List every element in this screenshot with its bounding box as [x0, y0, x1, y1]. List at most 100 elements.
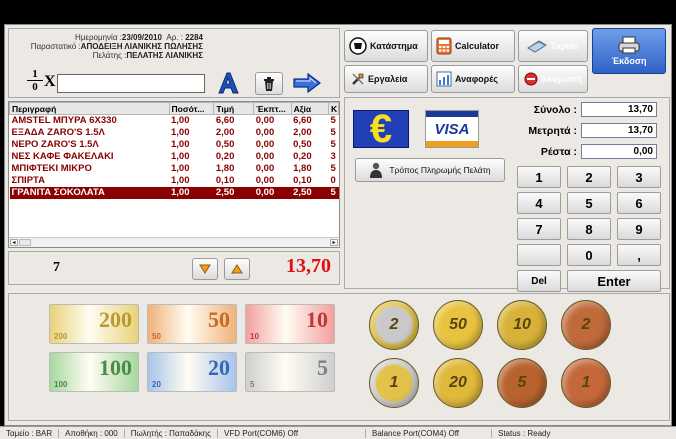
euro-icon: €	[369, 107, 393, 151]
customer-payment-method-button[interactable]: Τρόπος Πληρωμής Πελάτη	[355, 158, 505, 182]
keypad-key[interactable]: 0	[567, 244, 611, 266]
horizontal-scrollbar[interactable]: ◂ ▸	[9, 237, 339, 247]
column-header-description[interactable]: Περιγραφή	[9, 102, 170, 115]
banknote-button[interactable]: 10 10	[245, 304, 335, 344]
scroll-thumb[interactable]	[19, 239, 31, 246]
cell-discount: 0,00	[255, 175, 275, 186]
table-row[interactable]: AMSTEL ΜΠΥΡΑ 6Χ330 1,00 6,60 0,00 6,60 5	[10, 115, 339, 127]
total-label: Σύνολο :	[533, 104, 577, 116]
delete-key[interactable]: Del	[517, 270, 561, 292]
enter-key[interactable]: Enter	[567, 270, 661, 292]
status-seller: Πωλητής : Παπαδάκης	[125, 428, 218, 438]
cell-description: ΓΡΑΝΙΤΑ ΣΟΚΟΛΑΤΑ	[9, 186, 169, 199]
forward-arrow-button[interactable]	[291, 71, 323, 95]
tools-button[interactable]: Εργαλεία	[344, 65, 428, 93]
banknote-button[interactable]: 100 100	[49, 352, 139, 392]
multiply-symbol: X	[44, 73, 56, 90]
keypad-key[interactable]: 1	[517, 166, 561, 188]
cell-vat: 5	[330, 163, 336, 174]
keypad-key[interactable]: ,	[617, 244, 661, 266]
cell-price: 2,50	[213, 186, 254, 199]
cell-quantity: 1,00	[171, 139, 190, 150]
calculator-button[interactable]: Calculator	[431, 30, 515, 62]
document-header-panel: Ημερομηνία :23/09/2010 Αρ. : 2284 Παραστ…	[8, 28, 340, 98]
coin-button[interactable]: 2	[561, 300, 611, 350]
banknote-button[interactable]: 50 50	[147, 304, 237, 344]
column-header-price[interactable]: Τιμή	[213, 102, 255, 115]
keypad-key[interactable]: 2	[567, 166, 611, 188]
search-item-button[interactable]	[213, 71, 243, 95]
table-row[interactable]: ΕΞΑΔΑ ZARO'S 1.5Λ 1,00 2,00 0,00 2,00 5	[10, 127, 339, 139]
cell-vat: 5	[328, 186, 339, 199]
keypad-key[interactable]: 4	[517, 192, 561, 214]
scroll-left-icon[interactable]: ◂	[10, 239, 18, 246]
coin-button[interactable]: 20	[433, 358, 483, 408]
keypad-key[interactable]: 8	[567, 218, 611, 240]
move-up-button[interactable]	[224, 258, 250, 280]
arrow-down-icon	[199, 264, 211, 274]
coin-button[interactable]: 10	[497, 300, 547, 350]
status-warehouse: Αποθήκη : 000	[59, 428, 125, 438]
items-table-body: AMSTEL ΜΠΥΡΑ 6Χ330 1,00 6,60 0,00 6,60 5 ΕΞΑΔΑ…	[9, 115, 339, 199]
column-header-discount[interactable]: Έκπτ...	[253, 102, 292, 115]
visa-card-button[interactable]: VISA	[425, 110, 479, 148]
table-row[interactable]: ΝΕΣ ΚΑΦΕ ΦΑΚΕΛΑΚΙ 1,00 0,20 0,00 0,20 3	[10, 151, 339, 163]
banknote-button[interactable]: 200 200	[49, 304, 139, 344]
coin-button[interactable]: 5	[497, 358, 547, 408]
column-header-quantity[interactable]: Ποσότ...	[168, 102, 215, 115]
coins-area: 2 50 10 2 1 20 5 1	[349, 294, 669, 422]
cash-field[interactable]: 13,70	[581, 123, 657, 138]
table-header-row: Περιγραφή Ποσότ... Τιμή Έκπτ... Αξία Κ	[9, 102, 339, 115]
cell-price: 2,00	[215, 127, 235, 138]
cell-quantity: 1,00	[171, 127, 190, 138]
cashbox-button[interactable]: Ταμείο	[518, 30, 588, 62]
reports-button[interactable]: Αναφορές	[431, 65, 515, 93]
cell-description: ΕΞΑΔΑ ZARO'S 1.5Λ	[11, 127, 105, 138]
cancel-button[interactable]: Ακύρωση	[518, 65, 588, 93]
coin-button[interactable]: 1	[369, 358, 419, 408]
banknote-button[interactable]: 20 20	[147, 352, 237, 392]
store-button[interactable]: Κατάστημα	[344, 30, 428, 62]
move-down-button[interactable]	[192, 258, 218, 280]
issue-button[interactable]: Έκδοση	[592, 28, 666, 74]
coin-button[interactable]: 1	[561, 358, 611, 408]
document-number: 2284	[185, 33, 203, 42]
keypad-key[interactable]: 6	[617, 192, 661, 214]
cell-discount: 0,00	[255, 127, 275, 138]
printer-icon	[618, 36, 640, 54]
title-bar	[0, 0, 676, 24]
keypad-key[interactable]: 5	[567, 192, 611, 214]
customer-name: ΠΕΛΑΤΗΣ ΛΙΑΝΙΚΗΣ	[126, 51, 203, 60]
table-row[interactable]: ΓΡΑΝΙΤΑ ΣΟΚΟΛΑΤΑ 1,00 2,50 0,00 2,50 5	[9, 186, 339, 199]
keypad-key[interactable]: 7	[517, 218, 561, 240]
column-header-vat[interactable]: Κ	[327, 102, 339, 115]
banknote-value: 100	[99, 355, 132, 380]
cell-description: AMSTEL ΜΠΥΡΑ 6Χ330	[11, 115, 117, 127]
table-row[interactable]: ΜΠΙΦΤΕΚΙ ΜΙΚΡΟ 1,00 1,80 0,00 1,80 5	[10, 163, 339, 175]
cell-discount: 0,00	[255, 115, 275, 127]
banknote-value-small: 100	[54, 380, 68, 389]
scroll-right-icon[interactable]: ▸	[330, 239, 338, 246]
coin-value: 20	[449, 374, 467, 391]
cell-description: ΝΕΡΟ ZARO'S 1.5Λ	[11, 139, 99, 150]
barcode-input[interactable]	[57, 74, 205, 93]
cell-discount: 0,00	[255, 163, 275, 174]
banknote-button[interactable]: 55	[245, 352, 335, 392]
column-header-value[interactable]: Αξία	[290, 102, 329, 115]
cell-price: 1,80	[215, 163, 235, 174]
arrow-right-icon	[293, 72, 321, 94]
delete-item-button[interactable]	[255, 72, 283, 95]
cell-vat: 5	[330, 115, 336, 127]
items-table-panel: Περιγραφή Ποσότ... Τιμή Έκπτ... Αξία Κ A…	[8, 101, 340, 248]
euro-cash-button[interactable]: €	[353, 107, 409, 151]
coin-button[interactable]: 2	[369, 300, 419, 350]
report-chart-icon	[436, 71, 452, 87]
cell-quantity: 1,00	[171, 151, 190, 162]
change-label: Ρέστα :	[540, 146, 577, 158]
numeric-keypad: 1 2 3 4 5 6 7 8 9 0, Del Enter	[517, 166, 661, 292]
coin-button[interactable]: 50	[433, 300, 483, 350]
keypad-key[interactable]: 9	[617, 218, 661, 240]
keypad-key[interactable]: 3	[617, 166, 661, 188]
table-row[interactable]: ΣΠΙΡΤΑ 1,00 0,10 0,00 0,10 0	[10, 175, 339, 187]
table-row[interactable]: ΝΕΡΟ ZARO'S 1.5Λ 1,00 0,50 0,00 0,50 5	[10, 139, 339, 151]
